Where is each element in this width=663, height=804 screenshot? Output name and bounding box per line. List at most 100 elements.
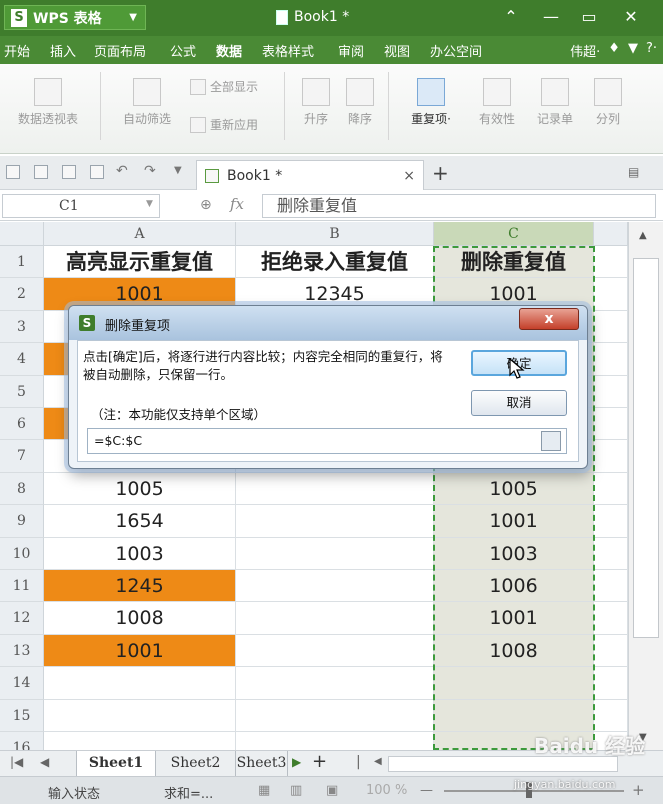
cell-c10[interactable]: 1003 <box>434 537 594 570</box>
cell-c8[interactable]: 1005 <box>434 472 594 506</box>
menu-table-style[interactable]: 表格样式 <box>262 41 314 60</box>
print-preview-icon[interactable] <box>90 165 104 179</box>
help-menu[interactable]: ?· <box>646 41 657 60</box>
row-header[interactable]: 3 <box>0 310 44 344</box>
formula-input[interactable]: 删除重复值 <box>262 194 656 218</box>
ribbon-collapse-icon[interactable]: ⌃ <box>500 6 522 28</box>
column-header-b[interactable]: B <box>236 222 434 246</box>
cell-b13[interactable] <box>236 634 434 668</box>
zoom-out-icon[interactable]: — <box>420 783 433 798</box>
maximize-button[interactable]: ▭ <box>578 6 600 28</box>
menu-office-space[interactable]: 办公空间 <box>430 41 482 60</box>
tab-list-icon[interactable]: ▤ <box>628 165 642 179</box>
user-menu[interactable]: 伟超· <box>570 41 600 60</box>
split-column-button[interactable]: 分列 <box>588 78 628 127</box>
close-window-button[interactable]: ✕ <box>620 6 642 28</box>
sheet-tab-sheet3[interactable]: Sheet3 <box>236 751 288 776</box>
new-tab-button[interactable]: + <box>432 161 449 185</box>
row-header[interactable]: 7 <box>0 440 44 473</box>
close-tab-icon[interactable]: × <box>403 168 415 184</box>
cell-c9[interactable]: 1001 <box>434 505 594 538</box>
first-sheet-icon[interactable]: |◀ <box>10 755 23 769</box>
pivot-table-button[interactable]: 数据透视表 <box>8 78 88 127</box>
sheet-tab-sheet1[interactable]: Sheet1 <box>76 751 156 776</box>
row-header[interactable]: 10 <box>0 537 44 570</box>
cell-a13[interactable]: 1001 <box>44 634 236 668</box>
undo-icon[interactable]: ↶ <box>116 163 128 179</box>
row-header[interactable]: 6 <box>0 408 44 441</box>
reapply-button[interactable]: 重新应用 <box>190 116 258 133</box>
row-header[interactable]: 12 <box>0 602 44 635</box>
shirt-icon[interactable]: ▼ <box>628 41 638 60</box>
cell-b8[interactable] <box>236 472 434 506</box>
cell-a1[interactable]: 高亮显示重复值 <box>44 246 236 279</box>
row-header[interactable]: 14 <box>0 667 44 700</box>
menu-home[interactable]: 开始 <box>4 41 30 60</box>
sort-desc-button[interactable]: 降序 <box>340 78 380 127</box>
cancel-button[interactable]: 取消 <box>471 390 567 416</box>
cell-a15[interactable] <box>44 699 236 732</box>
add-sheet-button[interactable]: + <box>312 751 327 772</box>
scroll-up-icon[interactable]: ▲ <box>639 230 647 241</box>
name-box-dropdown-icon[interactable]: ▼ <box>146 199 153 209</box>
cell-a12[interactable]: 1008 <box>44 602 236 635</box>
vertical-scroll-thumb[interactable] <box>633 258 659 638</box>
open-icon[interactable] <box>6 165 20 179</box>
row-header[interactable]: 5 <box>0 375 44 408</box>
quick-access-dropdown-icon[interactable]: ▼ <box>174 165 182 176</box>
row-header[interactable]: 9 <box>0 505 44 538</box>
row-header[interactable]: 4 <box>0 343 44 376</box>
insert-function-icon[interactable]: fx <box>230 195 244 213</box>
cell-c12[interactable]: 1001 <box>434 602 594 635</box>
range-input[interactable]: =$C:$C <box>87 428 567 454</box>
page-break-view-icon[interactable]: ▣ <box>326 783 338 798</box>
row-header[interactable]: 8 <box>0 472 44 506</box>
row-header[interactable]: 2 <box>0 278 44 311</box>
cell-b11[interactable] <box>236 570 434 603</box>
tab-book1[interactable]: Book1 * × <box>196 160 424 190</box>
cell-b9[interactable] <box>236 505 434 538</box>
menu-page-layout[interactable]: 页面布局 <box>94 41 146 60</box>
tab-splitter[interactable]: | <box>356 754 361 770</box>
cell-c11[interactable]: 1006 <box>434 570 594 603</box>
cell-a11[interactable]: 1245 <box>44 570 236 603</box>
column-header-a[interactable]: A <box>44 222 236 246</box>
cell-c13[interactable]: 1008 <box>434 634 594 668</box>
cell-b10[interactable] <box>236 537 434 570</box>
menu-data[interactable]: 数据 <box>216 41 242 60</box>
next-sheet-icon[interactable]: ▶ <box>292 755 301 769</box>
sort-asc-button[interactable]: 升序 <box>296 78 336 127</box>
app-menu-button[interactable]: S WPS 表格 ▼ <box>4 5 146 30</box>
save-icon[interactable] <box>34 165 48 179</box>
name-box[interactable]: C1 <box>2 194 160 218</box>
menu-review[interactable]: 审阅 <box>338 41 364 60</box>
menu-formulas[interactable]: 公式 <box>170 41 196 60</box>
cell-a8[interactable]: 1005 <box>44 472 236 506</box>
dialog-close-button[interactable]: x <box>519 308 579 330</box>
vertical-scrollbar[interactable]: ▲ ▼ <box>628 222 663 750</box>
normal-view-icon[interactable]: ▦ <box>258 783 270 798</box>
skin-icon[interactable]: ♦ <box>608 41 620 60</box>
row-header[interactable]: 13 <box>0 634 44 668</box>
select-all-corner[interactable] <box>0 222 44 246</box>
cell-b15[interactable] <box>236 699 434 732</box>
records-button[interactable]: 记录单 <box>530 78 580 127</box>
range-picker-icon[interactable] <box>541 431 561 451</box>
cell-a9[interactable]: 1654 <box>44 505 236 538</box>
menu-insert[interactable]: 插入 <box>50 41 76 60</box>
cell-c14[interactable] <box>434 667 594 700</box>
minimize-button[interactable]: — <box>540 6 562 28</box>
duplicates-button[interactable]: 重复项· <box>398 78 464 127</box>
cell-b14[interactable] <box>236 667 434 700</box>
cell-a14[interactable] <box>44 667 236 700</box>
dialog-title-bar[interactable]: S 删除重复项 x <box>69 306 587 340</box>
redo-icon[interactable]: ↷ <box>144 163 156 179</box>
cell-b1[interactable]: 拒绝录入重复值 <box>236 246 434 279</box>
scroll-left-icon[interactable]: ◀ <box>374 756 382 767</box>
prev-sheet-icon[interactable]: ◀ <box>40 755 49 769</box>
cell-c15[interactable] <box>434 699 594 732</box>
cell-c1[interactable]: 删除重复值 <box>434 246 594 279</box>
sheet-tab-sheet2[interactable]: Sheet2 <box>156 751 236 776</box>
zoom-in-icon[interactable]: + <box>632 781 645 799</box>
row-header[interactable]: 11 <box>0 570 44 603</box>
